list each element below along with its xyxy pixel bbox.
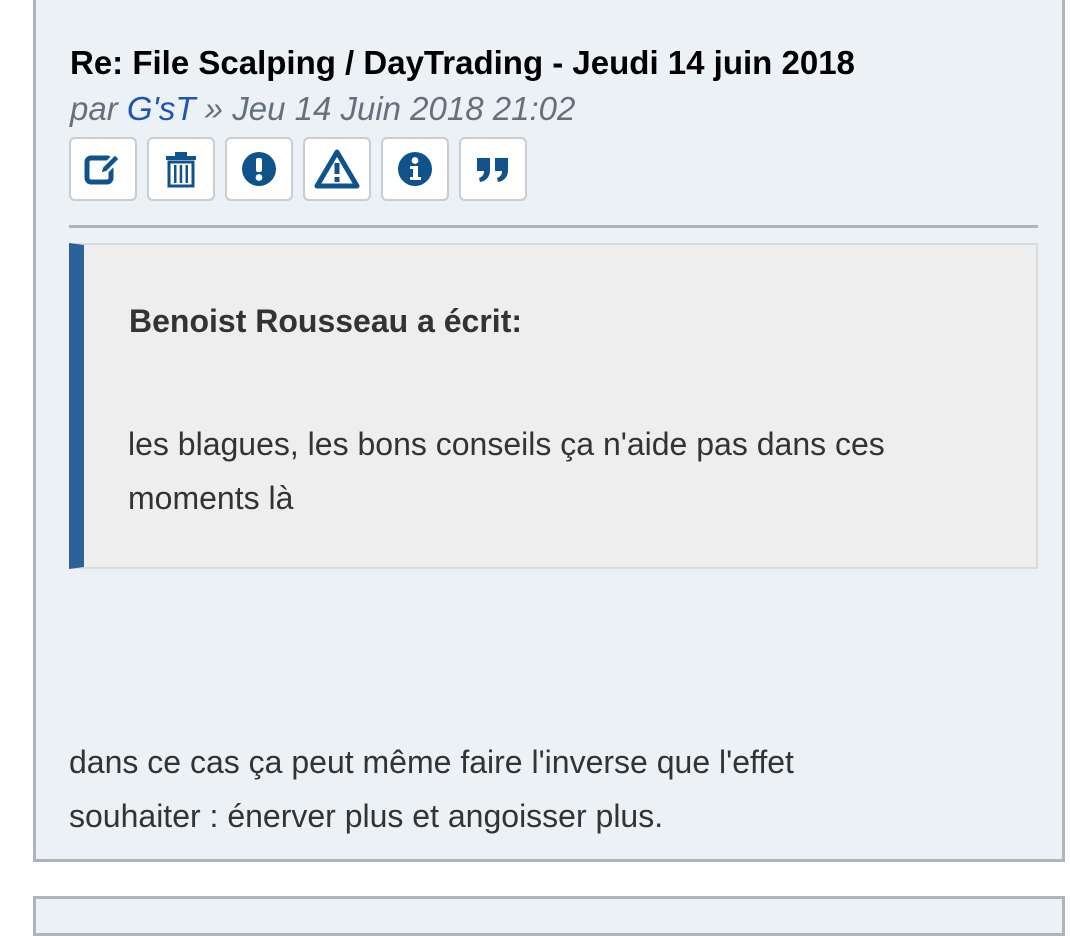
warn-button[interactable]	[303, 137, 371, 201]
forum-post: Re: File Scalping / DayTrading - Jeudi 1…	[33, 0, 1065, 862]
trash-icon	[161, 149, 201, 189]
edit-button[interactable]	[69, 137, 137, 201]
info-circle-icon	[395, 149, 435, 189]
edit-icon	[83, 149, 123, 189]
post-body-line: souhaiter : énerver plus et angoisser pl…	[69, 798, 664, 834]
post-byline: par G'sT » Jeu 14 Juin 2018 21:02	[70, 89, 575, 129]
post-date: Jeu 14 Juin 2018 21:02	[232, 90, 576, 127]
exclamation-circle-icon	[239, 149, 279, 189]
next-post-edge	[33, 896, 1065, 936]
quote-button[interactable]	[459, 137, 527, 201]
post-body-line: dans ce cas ça peut même faire l'inverse…	[69, 744, 794, 780]
report-button[interactable]	[225, 137, 293, 201]
quote-icon	[473, 149, 513, 189]
warning-triangle-icon	[314, 149, 360, 189]
post-title[interactable]: Re: File Scalping / DayTrading - Jeudi 1…	[70, 43, 855, 83]
post-body: dans ce cas ça peut même faire l'inverse…	[69, 735, 1009, 843]
quote-cite: Benoist Rousseau a écrit:	[129, 303, 522, 339]
post-action-buttons	[69, 137, 527, 201]
byline-separator: »	[195, 90, 233, 127]
header-divider	[69, 225, 1038, 228]
byline-prefix: par	[70, 90, 127, 127]
info-button[interactable]	[381, 137, 449, 201]
quote-block: Benoist Rousseau a écrit: les blagues, l…	[69, 243, 1038, 569]
quote-text: les blagues, les bons conseils ça n'aide…	[128, 426, 885, 516]
delete-button[interactable]	[147, 137, 215, 201]
author-link[interactable]: G'sT	[127, 90, 196, 127]
